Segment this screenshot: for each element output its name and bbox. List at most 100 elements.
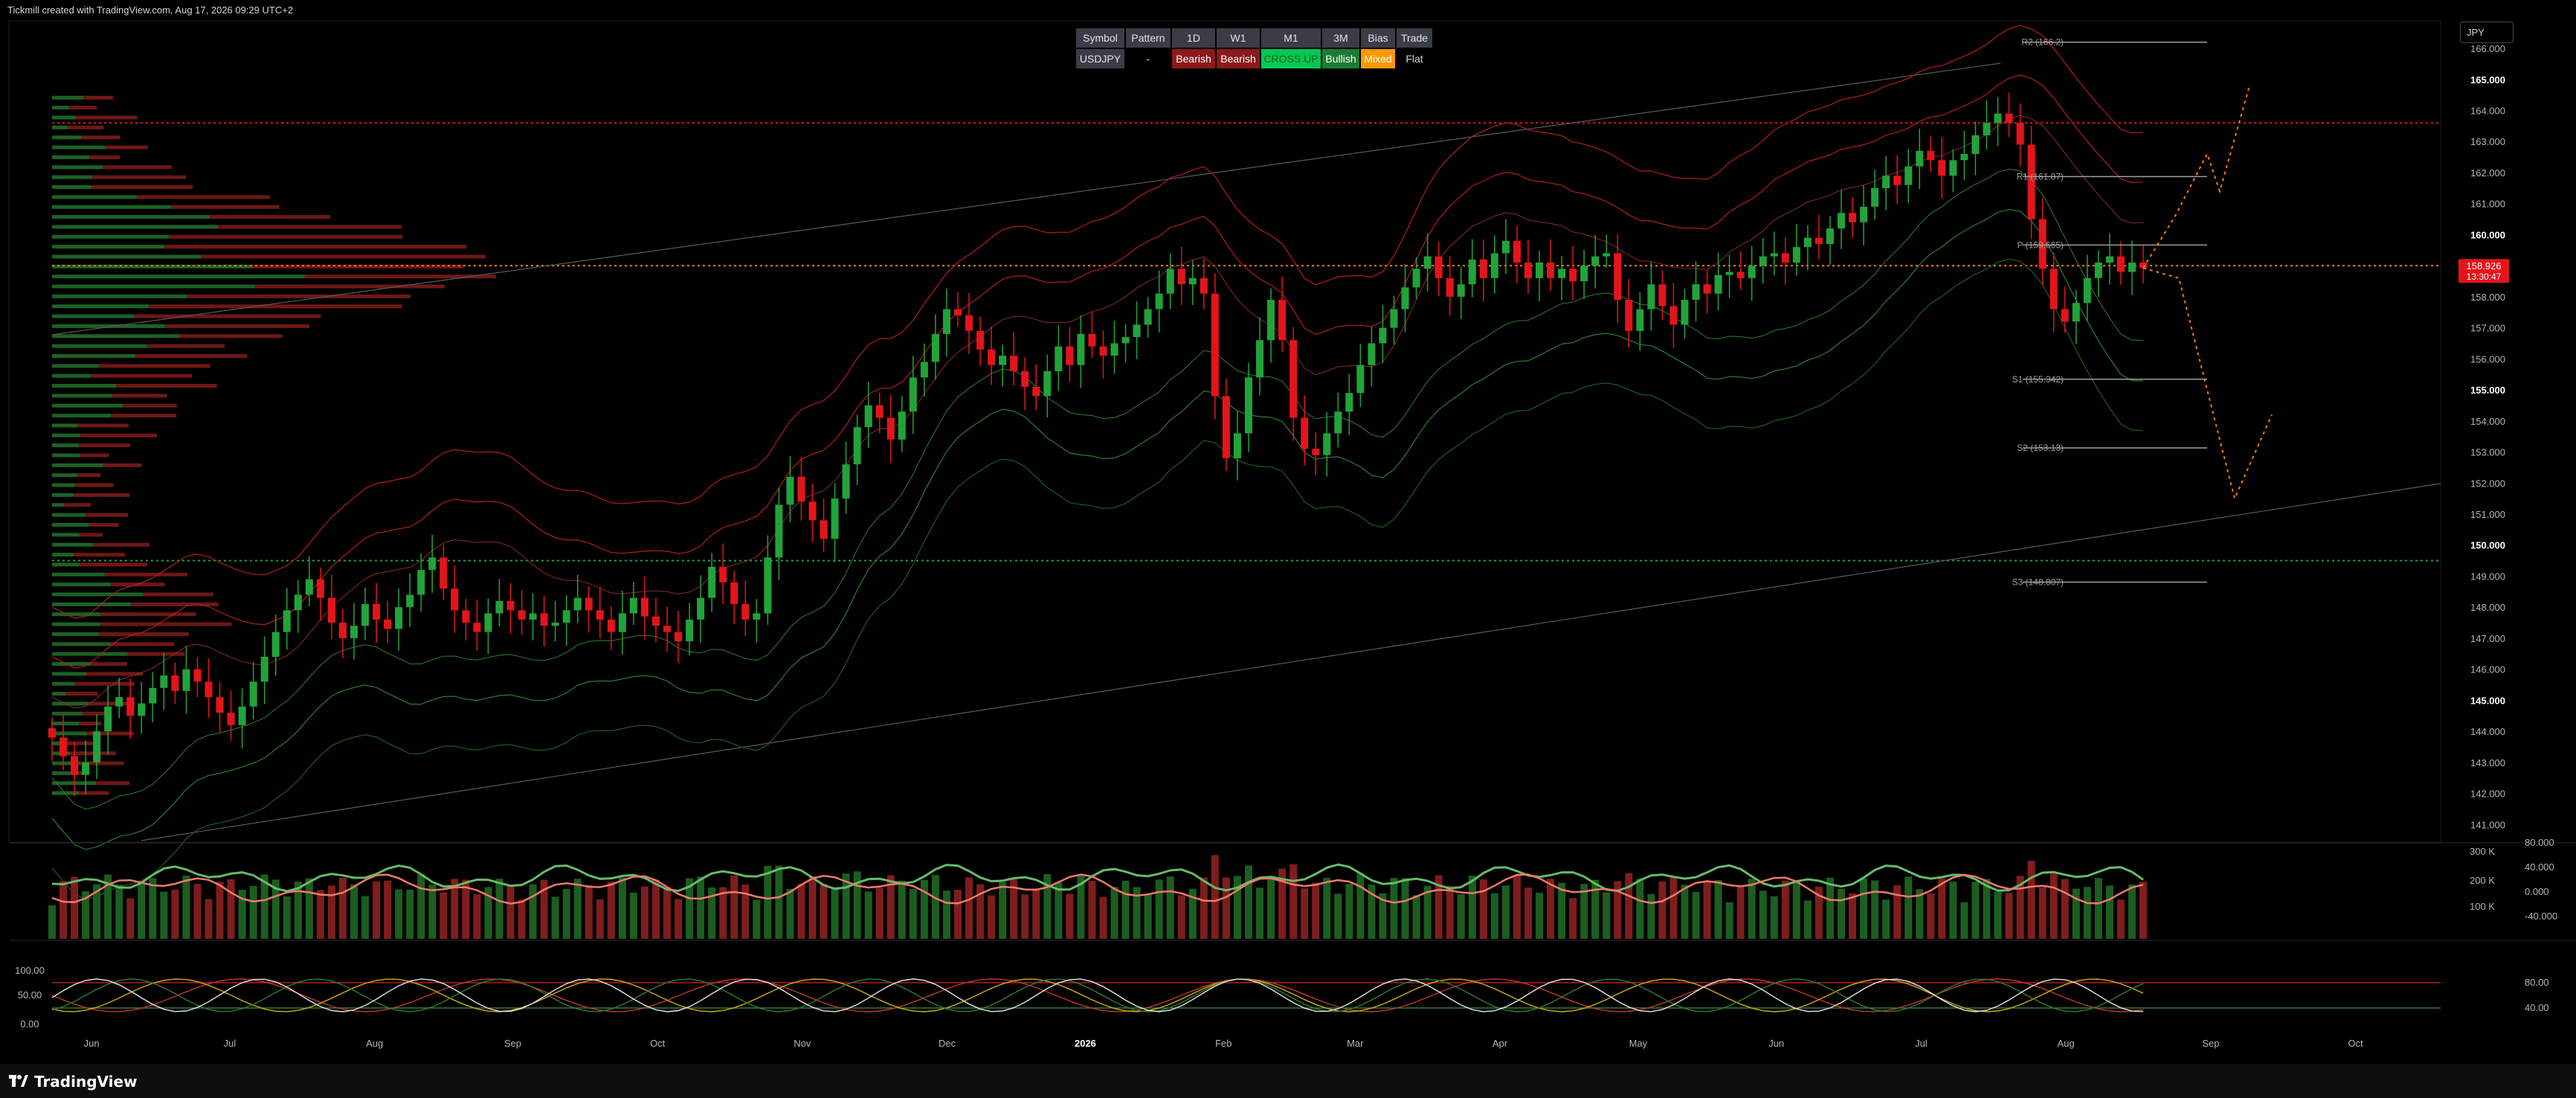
volume-bar <box>1200 877 1208 939</box>
volume-profile-bar <box>123 403 177 408</box>
candle-body <box>1177 269 1185 285</box>
volume-bar <box>2116 899 2125 939</box>
candle-body <box>808 501 817 521</box>
volume-bar <box>1904 876 1913 939</box>
info-header-cell: Pattern <box>1126 28 1171 48</box>
info-value-pattern: - <box>1126 49 1171 68</box>
volume-bar <box>518 899 526 939</box>
volume-profile-bar <box>52 135 83 140</box>
candle-body <box>1647 284 1655 309</box>
volume-bar <box>629 892 637 939</box>
volume-bar <box>193 884 202 939</box>
candle-body <box>283 610 291 632</box>
volume-profile-bar <box>52 394 113 398</box>
time-tick-label: May <box>1629 1038 1648 1049</box>
candle-body <box>294 594 302 611</box>
volume-profile-bar <box>52 492 74 497</box>
candle-body <box>753 613 761 620</box>
volume-bar <box>171 889 179 939</box>
candle-body <box>820 520 828 539</box>
candle-body <box>260 656 268 682</box>
volume-bar <box>1681 884 1689 939</box>
volume-bar <box>406 889 414 939</box>
candle-body <box>439 557 448 589</box>
candle-body <box>1927 150 1935 161</box>
time-tick-label: Nov <box>793 1038 811 1049</box>
volume-bar <box>1893 885 1902 939</box>
volume-profile-bar <box>52 562 79 567</box>
candle-body <box>1815 237 1823 244</box>
candle-body <box>920 362 928 378</box>
volume-profile-bar <box>65 692 98 696</box>
volume-bar <box>1479 879 1487 939</box>
volume-bar <box>283 896 291 939</box>
price-tick-label: 164.000 <box>2470 106 2505 117</box>
candle-body <box>361 604 370 626</box>
candle-body <box>1188 277 1197 285</box>
time-axis[interactable]: Jun Jul Aug Sep Oct Nov Dec 2026 Feb Mar Apr May Jun… <box>84 1038 2363 1049</box>
volume-bar <box>149 878 157 939</box>
volume-profile-bar <box>210 215 331 219</box>
candle-body <box>138 703 146 716</box>
price-tick-label: 156.000 <box>2470 353 2505 365</box>
volume-profile-bar <box>187 294 411 298</box>
candle-body <box>495 600 503 614</box>
candle-body <box>1233 433 1241 458</box>
info-value-1d: Bearish <box>1172 49 1215 68</box>
volume-profile-bar <box>52 254 202 259</box>
info-value-m1: CROSS UP <box>1261 49 1321 68</box>
volume-bar <box>2128 884 2136 939</box>
volume-bar <box>875 887 883 939</box>
candle-body <box>2061 309 2069 322</box>
footer-bar: TradingView <box>0 1064 2576 1098</box>
candle-body <box>629 597 637 614</box>
candle-body <box>171 675 179 691</box>
volume-profile-bar <box>52 692 66 696</box>
candle-body <box>1222 396 1230 458</box>
candle-body <box>82 762 90 775</box>
volume-bar <box>327 885 335 939</box>
volume-profile-bar <box>105 145 149 150</box>
volume-bar <box>775 865 783 939</box>
volume-bar <box>373 881 381 939</box>
candle-body <box>686 619 694 642</box>
candle-body <box>216 697 224 713</box>
candle-body <box>1882 176 1890 188</box>
volume-profile-bar <box>52 145 106 150</box>
volume-bar <box>1949 882 1957 939</box>
pivot-label: S1 (155.342) <box>2012 374 2064 385</box>
volume-bar <box>1837 888 1845 939</box>
volume-profile-bar <box>80 533 103 537</box>
currency-button[interactable]: JPY <box>2460 22 2514 43</box>
candle-body <box>1781 253 1789 263</box>
volume-bar <box>1938 878 1946 939</box>
candle-body <box>1021 371 1029 387</box>
candle-body <box>126 697 135 716</box>
candle-body <box>1849 213 1857 222</box>
candle-body <box>562 610 570 623</box>
volume-bar <box>2139 882 2147 939</box>
candle-body <box>540 613 548 626</box>
candle-body <box>373 604 381 620</box>
candle-body <box>1121 337 1130 344</box>
volume-bar <box>1099 896 1107 939</box>
tradingview-logo[interactable]: TradingView <box>9 1073 138 1091</box>
candle-body <box>954 309 962 315</box>
volume-profile-bar <box>79 443 131 448</box>
volume-bar <box>1513 875 1521 939</box>
volume-profile-bar <box>52 314 135 318</box>
volume-profile-bar <box>52 711 83 716</box>
candle-body <box>1423 256 1432 269</box>
volume-profile-bar <box>255 284 445 289</box>
volume-pane: 100 K 200 K 300 K 80.000 40.000 0.000 -40.000 <box>9 837 2576 939</box>
last-price-text: 158.926 <box>2467 260 2502 272</box>
brand-name: TradingView <box>34 1073 138 1091</box>
candle-body <box>551 623 559 626</box>
volume-bar <box>1636 879 1644 939</box>
volume-profile-bar <box>91 175 187 179</box>
volume-profile-bar <box>91 184 193 189</box>
chart-canvas[interactable]: R2 (166.2) R1 (161.87) P (159.665) S1 (155.… <box>0 0 2576 1098</box>
price-axis[interactable]: 141.000 142.000 143.000 144.000 145.000 146.0… <box>2470 43 2505 830</box>
volume-bar <box>1736 887 1745 939</box>
volume-bar <box>1759 890 1767 939</box>
